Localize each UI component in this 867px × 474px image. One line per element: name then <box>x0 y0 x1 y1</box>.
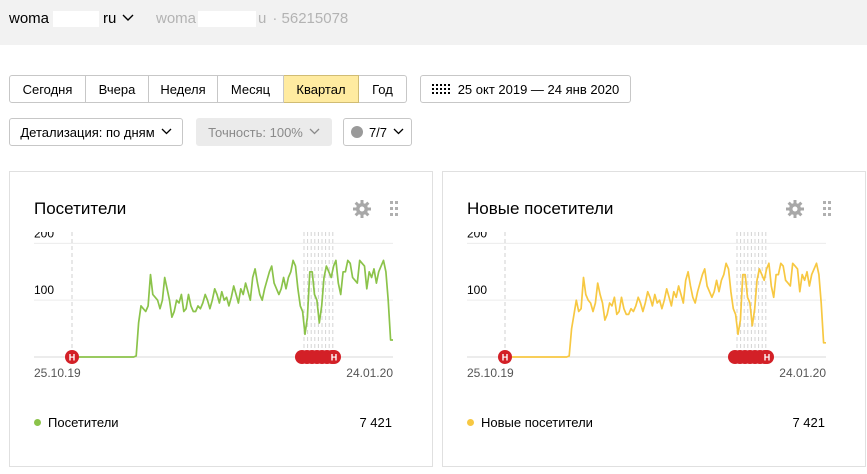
drag-handle-icon[interactable] <box>390 201 398 217</box>
segments-label: 7/7 <box>368 124 388 140</box>
period-selector: Сегодня Вчера Неделя Месяц Квартал Год <box>9 75 407 103</box>
calendar-icon <box>431 84 450 94</box>
accuracy-dropdown[interactable]: Точность: 100% <box>196 118 332 146</box>
y-tick-label: 100 <box>467 283 487 297</box>
chevron-down-icon <box>393 127 404 138</box>
masked-text <box>198 10 257 27</box>
period-yesterday[interactable]: Вчера <box>86 75 149 103</box>
visitors-chart: 100 200 Н Н 25.10.19 24.01.20 <box>34 232 393 380</box>
widget-new-visitors: Новые посетители 100 200 Н Н 25.10.19 24.01.2… <box>442 171 866 467</box>
top-bar: woma ru woma u · 56215078 <box>0 0 867 45</box>
segments-dropdown[interactable]: 7/7 <box>343 118 412 146</box>
period-year[interactable]: Год <box>359 75 407 103</box>
x-label-start: 25.10.19 <box>467 366 514 380</box>
detail-dropdown[interactable]: Детализация: по дням <box>9 118 183 146</box>
annotation-marker-label: Н <box>502 353 509 363</box>
widget-title: Новые посетители <box>467 199 614 218</box>
x-label-start: 25.10.19 <box>34 366 81 380</box>
series-line <box>72 259 393 358</box>
annotation-marker-label: Н <box>764 353 771 363</box>
counter-id: · 56215078 <box>272 10 349 27</box>
total-value: 7 421 <box>359 415 392 430</box>
legend-dot <box>467 419 474 426</box>
site-selector[interactable]: woma ru <box>9 10 134 27</box>
masked-text <box>53 10 100 27</box>
x-label-end: 24.01.20 <box>779 366 826 380</box>
series-line <box>505 262 826 358</box>
total-value: 7 421 <box>792 415 825 430</box>
date-range-label: 25 окт 2019 — 24 янв 2020 <box>457 81 620 97</box>
widget-visitors: Посетители 100 200 Н Н 25.10.19 24.01.20 Посе… <box>9 171 433 467</box>
legend: Посетители <box>34 415 119 430</box>
gear-icon[interactable] <box>352 199 372 219</box>
drag-handle-icon[interactable] <box>823 201 831 217</box>
x-label-end: 24.01.20 <box>346 366 393 380</box>
accuracy-label: Точность: 100% <box>208 124 303 140</box>
widget-title: Посетители <box>34 199 127 218</box>
site-name-suffix: ru <box>103 10 117 27</box>
site-name-prefix: woma <box>9 10 50 27</box>
chevron-down-icon <box>309 127 320 138</box>
period-month[interactable]: Месяц <box>218 75 284 103</box>
legend: Новые посетители <box>467 415 593 430</box>
legend-dot <box>34 419 41 426</box>
main-content: Сегодня Вчера Неделя Месяц Квартал Год 2… <box>0 45 867 474</box>
detail-label: Детализация: по дням <box>20 124 155 140</box>
counter-name-suffix: u <box>258 10 267 27</box>
counter-info: woma u · 56215078 <box>156 10 348 27</box>
period-week[interactable]: Неделя <box>149 75 218 103</box>
y-tick-label: 200 <box>34 232 54 240</box>
speech-bubble-icon <box>350 126 363 138</box>
counter-name-prefix: woma <box>156 10 197 27</box>
annotation-marker-label: Н <box>331 353 338 363</box>
y-tick-label: 100 <box>34 283 54 297</box>
new-visitors-chart: 100 200 Н Н 25.10.19 24.01.20 <box>467 232 826 380</box>
annotation-marker-label: Н <box>69 353 76 363</box>
period-quarter[interactable]: Квартал <box>284 75 359 103</box>
y-tick-label: 200 <box>467 232 487 240</box>
date-range-picker[interactable]: 25 окт 2019 — 24 янв 2020 <box>420 75 631 103</box>
chevron-down-icon <box>161 127 172 138</box>
period-today[interactable]: Сегодня <box>9 75 86 103</box>
legend-label: Посетители <box>48 415 119 430</box>
chevron-down-icon <box>122 13 134 25</box>
legend-label: Новые посетители <box>481 415 593 430</box>
gear-icon[interactable] <box>785 199 805 219</box>
